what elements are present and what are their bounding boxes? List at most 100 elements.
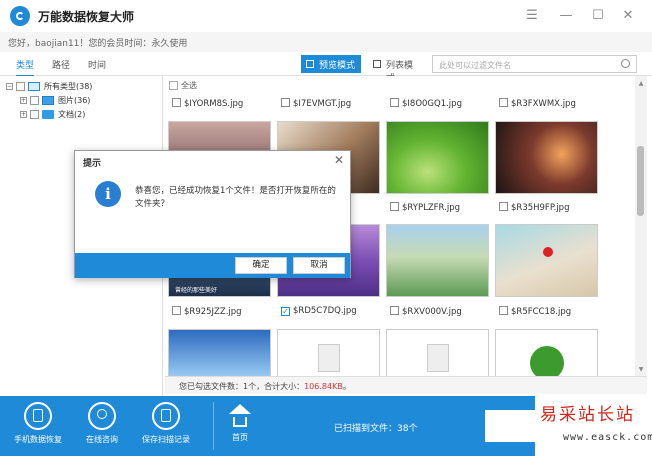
file-item-name[interactable]: $I7EVMGT.jpg bbox=[281, 98, 351, 109]
thumbnail-image[interactable] bbox=[386, 224, 489, 297]
phone-icon bbox=[24, 402, 52, 430]
rose-icon bbox=[543, 247, 553, 257]
scroll-up-icon[interactable]: ▲ bbox=[637, 80, 645, 87]
scroll-down-icon[interactable]: ▼ bbox=[637, 366, 645, 373]
tree-checkbox[interactable] bbox=[16, 82, 25, 91]
save-scan-button[interactable]: 保存扫描记录 bbox=[131, 402, 201, 445]
dialog-footer: 确定 取消 bbox=[75, 253, 350, 278]
status-mid: ，合计大小： bbox=[256, 382, 305, 391]
image-icon bbox=[42, 96, 54, 105]
cancel-button[interactable]: 取消 bbox=[293, 257, 345, 274]
file-name: $RYPLZFR.jpg bbox=[402, 203, 460, 213]
file-name: $I7EVMGT.jpg bbox=[293, 99, 352, 109]
tab-time[interactable]: 时间 bbox=[88, 58, 106, 71]
status-prefix: 您已勾选文件数： bbox=[179, 382, 243, 391]
file-checkbox[interactable] bbox=[172, 306, 181, 315]
watermark-url: www.easck.com bbox=[563, 432, 652, 443]
tree-label-all: 所有类型(38) bbox=[44, 82, 93, 91]
member-info: 您好，baojian11！您的会员时间：永久使用 bbox=[0, 32, 652, 52]
user-icon bbox=[88, 402, 116, 430]
select-all-label: 全选 bbox=[181, 81, 197, 90]
file-item-name[interactable]: $RXV000V.jpg bbox=[390, 306, 462, 317]
online-consult-label: 在线咨询 bbox=[86, 435, 118, 444]
minimize-button[interactable]: — bbox=[558, 8, 574, 24]
folder-icon bbox=[42, 110, 54, 119]
expand-icon[interactable]: + bbox=[20, 97, 27, 104]
preview-mode-label: 预览模式 bbox=[319, 61, 356, 71]
list-icon bbox=[373, 60, 381, 68]
tree-checkbox[interactable] bbox=[30, 96, 39, 105]
recover-logo-icon bbox=[530, 346, 564, 376]
document-icon bbox=[427, 344, 449, 372]
filter-placeholder: 此处可以过滤文件名 bbox=[439, 61, 511, 70]
title-bar: 万能数据恢复大师 ☰ — ☐ ✕ bbox=[0, 0, 652, 32]
file-checkbox[interactable] bbox=[390, 306, 399, 315]
file-checkbox[interactable] bbox=[499, 98, 508, 107]
export-icon bbox=[152, 402, 180, 430]
select-all-checkbox[interactable] bbox=[169, 81, 178, 90]
tree-node-images[interactable]: + 图片(36) bbox=[20, 94, 160, 108]
file-item-name[interactable]: $R925JZZ.jpg bbox=[172, 306, 242, 317]
tree-label-images: 图片(36) bbox=[58, 96, 91, 105]
thumbnail-document[interactable] bbox=[386, 329, 489, 376]
file-checkbox[interactable] bbox=[499, 306, 508, 315]
filter-input[interactable]: 此处可以过滤文件名 bbox=[432, 55, 637, 73]
tab-type[interactable]: 类型 bbox=[16, 58, 35, 77]
file-name: $R5FCC18.jpg bbox=[511, 307, 572, 317]
file-item-name[interactable]: $RYPLZFR.jpg bbox=[390, 202, 460, 213]
file-item-name[interactable]: ✓ $RD5C7DQ.jpg bbox=[281, 306, 357, 316]
scroll-thumb[interactable] bbox=[637, 146, 644, 216]
restore-button[interactable]: ☐ bbox=[590, 8, 606, 24]
dialog-message: 恭喜您，已经成功恢复1个文件！是否打开恢复所在的文件夹？ bbox=[135, 186, 336, 209]
file-checkbox[interactable] bbox=[390, 202, 399, 211]
action-button[interactable] bbox=[485, 410, 535, 442]
close-button[interactable]: ✕ bbox=[620, 8, 636, 24]
file-checkbox-checked[interactable]: ✓ bbox=[281, 307, 290, 316]
list-mode-button[interactable]: 列表模式 bbox=[368, 55, 426, 84]
menu-icon[interactable]: ☰ bbox=[524, 8, 540, 24]
tree-node-all[interactable]: − 所有类型(38) bbox=[6, 80, 156, 94]
thumbnail-document[interactable] bbox=[495, 329, 598, 376]
computer-icon bbox=[28, 82, 40, 91]
thumbnail-image[interactable] bbox=[495, 224, 598, 297]
dialog-title: 提示 bbox=[83, 159, 102, 169]
vertical-scrollbar[interactable]: ▲ ▼ bbox=[635, 76, 647, 376]
thumbnail-document[interactable] bbox=[277, 329, 380, 376]
toolbar: 类型 路径 时间 预览模式 列表模式 此处可以过滤文件名 bbox=[0, 52, 652, 84]
search-icon[interactable] bbox=[621, 59, 630, 68]
selection-status: 您已勾选文件数：1个，合计大小：106.84KB。 bbox=[165, 376, 647, 394]
thumbnail-image[interactable] bbox=[168, 329, 271, 376]
file-item-name[interactable]: $R5FCC18.jpg bbox=[499, 306, 571, 317]
expand-icon[interactable]: + bbox=[20, 111, 27, 118]
status-suffix: 。 bbox=[342, 382, 351, 391]
ok-button[interactable]: 确定 bbox=[235, 257, 287, 274]
file-item-name[interactable]: $I8O0GQ1.jpg bbox=[390, 98, 462, 109]
thumbnail-image[interactable] bbox=[386, 121, 489, 194]
file-item-name[interactable]: $R35H9FP.jpg bbox=[499, 202, 569, 213]
home-label: 首页 bbox=[232, 433, 248, 442]
thumbnail-image[interactable] bbox=[495, 121, 598, 194]
preview-mode-button[interactable]: 预览模式 bbox=[301, 55, 361, 73]
phone-recovery-button[interactable]: 手机数据恢复 bbox=[3, 402, 73, 445]
tree-node-docs[interactable]: + 文档(2) bbox=[20, 108, 160, 122]
online-consult-button[interactable]: 在线咨询 bbox=[67, 402, 137, 445]
app-logo-icon bbox=[10, 6, 30, 26]
document-icon bbox=[318, 344, 340, 372]
file-checkbox[interactable] bbox=[281, 98, 290, 107]
grid-icon bbox=[306, 60, 314, 68]
file-name: $R925JZZ.jpg bbox=[184, 307, 242, 317]
save-scan-label: 保存扫描记录 bbox=[142, 435, 190, 444]
select-all[interactable]: 全选 bbox=[169, 80, 197, 91]
phone-recovery-label: 手机数据恢复 bbox=[14, 435, 62, 444]
file-item-name[interactable]: $R3FXWMX.jpg bbox=[499, 98, 576, 109]
file-checkbox[interactable] bbox=[390, 98, 399, 107]
file-checkbox[interactable] bbox=[499, 202, 508, 211]
tab-path[interactable]: 路径 bbox=[52, 58, 70, 71]
dialog-close-icon[interactable]: ✕ bbox=[334, 153, 344, 167]
home-button[interactable]: 首页 bbox=[205, 402, 275, 443]
file-item-name[interactable]: $IYORM8S.jpg bbox=[172, 98, 243, 109]
collapse-icon[interactable]: − bbox=[6, 83, 13, 90]
home-icon bbox=[229, 404, 251, 414]
file-checkbox[interactable] bbox=[172, 98, 181, 107]
tree-checkbox[interactable] bbox=[30, 110, 39, 119]
